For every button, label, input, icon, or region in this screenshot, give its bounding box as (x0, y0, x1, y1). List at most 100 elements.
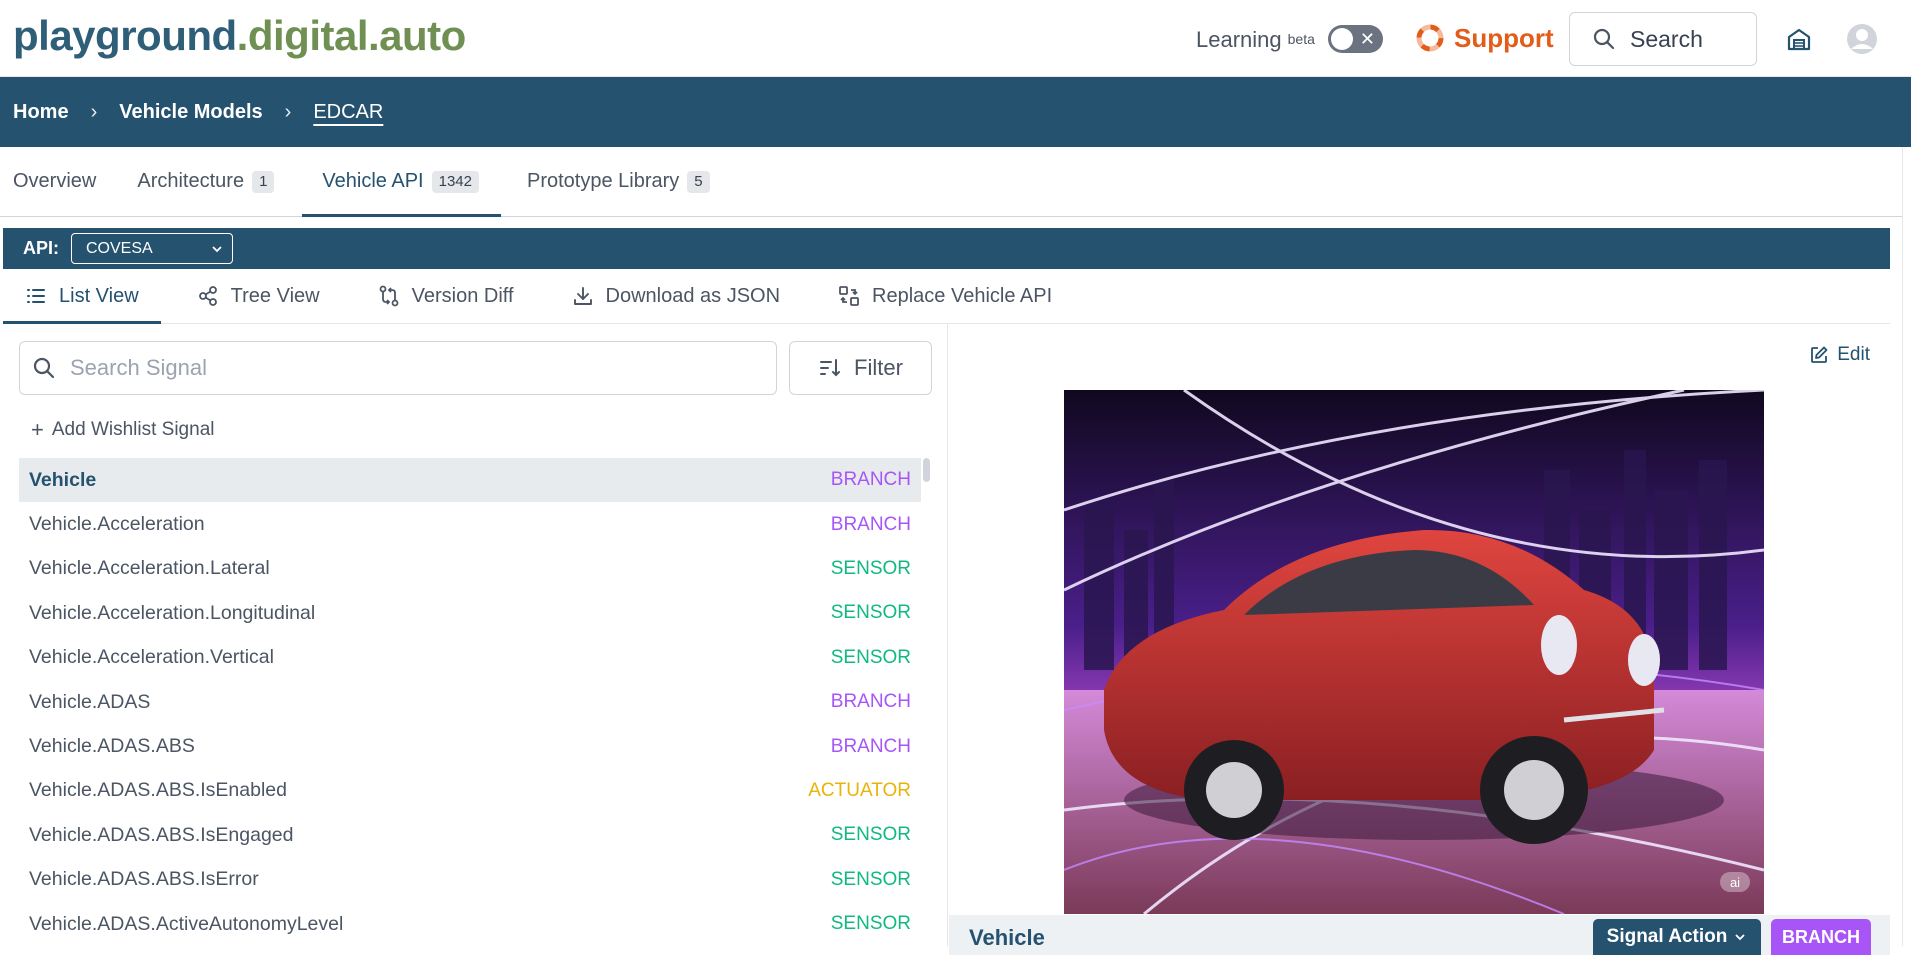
tab-tree-view[interactable]: Tree View (175, 269, 342, 323)
signal-row[interactable]: Vehicle.ADAS.ABS BRANCH (19, 724, 921, 768)
add-wishlist-signal-button[interactable]: + Add Wishlist Signal (31, 419, 214, 441)
tab-label: Vehicle API (322, 170, 424, 192)
signal-name: Vehicle.ADAS.ActiveAutonomyLevel (29, 912, 344, 935)
search-button[interactable]: Search (1569, 12, 1757, 66)
tab-download-json[interactable]: Download as JSON (550, 269, 803, 323)
signal-type: SENSOR (830, 646, 911, 668)
tab-overview[interactable]: Overview (0, 147, 118, 216)
chevron-right-icon: › (284, 100, 292, 123)
signal-type: BRANCH (830, 513, 911, 535)
signal-row[interactable]: Vehicle.Acceleration.Longitudinal SENSOR (19, 591, 921, 635)
api-select[interactable]: COVESA (71, 233, 233, 264)
signal-row[interactable]: Vehicle BRANCH (19, 458, 921, 503)
page-scrollbar[interactable] (1902, 147, 1911, 946)
signal-name: Vehicle.ADAS (29, 690, 151, 713)
api-bar: API: COVESA (3, 228, 1890, 269)
tab-list-view[interactable]: List View (3, 269, 161, 324)
list-scrollbar[interactable] (923, 458, 930, 482)
tab-label: Version Diff (411, 284, 514, 307)
vehicle-image: ai (1064, 390, 1764, 914)
signal-type: SENSOR (830, 868, 911, 890)
count-badge: 5 (687, 170, 710, 193)
tab-label: List View (59, 284, 139, 307)
wishlist-label: Add Wishlist Signal (51, 419, 215, 440)
support-link[interactable]: Support (1416, 22, 1554, 54)
signal-detail-panel: Edit ai Vehicle Signal Action BRANCH (949, 324, 1890, 955)
signal-action-label: Signal Action (1606, 926, 1728, 947)
signal-name: Vehicle.ADAS.ABS.IsError (29, 868, 259, 891)
breadcrumb-current[interactable]: EDCAR (313, 101, 383, 124)
replace-icon (839, 286, 859, 306)
signal-row[interactable]: Vehicle.ADAS.ActiveAutonomyLevel SENSOR (19, 902, 921, 946)
api-label: API: (23, 238, 59, 258)
ai-generated-badge: ai (1720, 872, 1750, 892)
logo[interactable]: playground.digital.auto (13, 12, 466, 60)
tab-prototype-library[interactable]: Prototype Library 5 (507, 147, 732, 216)
search-icon (33, 357, 55, 379)
search-signal-input[interactable]: Search Signal (19, 341, 777, 395)
user-icon (1847, 24, 1877, 54)
edit-button[interactable]: Edit (1809, 344, 1870, 366)
signal-name: Vehicle.Acceleration.Vertical (29, 646, 274, 669)
signal-type: BRANCH (830, 691, 911, 713)
signal-row[interactable]: Vehicle.Acceleration BRANCH (19, 502, 921, 546)
tab-label: Overview (13, 170, 97, 192)
filter-label: Filter (854, 355, 903, 380)
signal-row[interactable]: Vehicle.ADAS.ABS.IsEnabled ACTUATOR (19, 769, 921, 813)
chevron-right-icon: › (90, 100, 98, 123)
signal-row[interactable]: Vehicle.ADAS.ABS.IsError SENSOR (19, 858, 921, 902)
filter-button[interactable]: Filter (789, 341, 932, 395)
chevron-down-icon (212, 245, 222, 252)
search-placeholder: Search Signal (70, 355, 207, 380)
download-icon (573, 287, 592, 305)
signal-name: Vehicle.Acceleration.Longitudinal (29, 601, 316, 624)
signal-row[interactable]: Vehicle.ADAS BRANCH (19, 680, 921, 724)
logo-part2: .digital.auto (236, 12, 467, 59)
signal-type-badge: BRANCH (1771, 919, 1871, 955)
tree-icon (198, 286, 217, 306)
breadcrumb-home[interactable]: Home (13, 101, 69, 124)
count-badge: 1342 (431, 170, 479, 193)
learning-toggle[interactable]: ✕ (1328, 25, 1383, 53)
garage-button[interactable] (1782, 22, 1816, 56)
lifebuoy-icon (1416, 24, 1444, 52)
signal-type: ACTUATOR (808, 779, 911, 801)
tab-replace-vehicle-api[interactable]: Replace Vehicle API (816, 269, 1074, 323)
signal-row[interactable]: Vehicle.Acceleration.Vertical SENSOR (19, 636, 921, 680)
garage-icon (1787, 28, 1811, 51)
api-selected-value: COVESA (86, 239, 153, 257)
tab-vehicle-api[interactable]: Vehicle API 1342 (302, 147, 501, 217)
tab-label: Prototype Library (526, 170, 680, 192)
signal-row[interactable]: Vehicle.Acceleration.Lateral SENSOR (19, 547, 921, 591)
tab-label: Replace Vehicle API (872, 284, 1053, 307)
signal-name: Vehicle.ADAS.ABS.IsEnabled (29, 779, 287, 802)
signal-type: BRANCH (830, 735, 911, 757)
signal-detail-header: Vehicle Signal Action BRANCH (949, 915, 1890, 955)
tab-label: Download as JSON (605, 284, 781, 307)
support-label: Support (1454, 23, 1554, 53)
signal-type: SENSOR (830, 824, 911, 846)
view-tabs: List View Tree View Version Diff Downloa… (3, 269, 1890, 324)
beta-label: beta (1287, 31, 1315, 47)
search-label: Search (1630, 25, 1703, 52)
list-icon (27, 289, 45, 303)
logo-part1: playground (13, 12, 237, 59)
car-illustration (1064, 390, 1764, 914)
diff-icon (379, 285, 399, 307)
search-icon (1593, 28, 1615, 50)
signal-type: SENSOR (830, 602, 911, 624)
signal-name: Vehicle.ADAS.ABS.IsEngaged (29, 823, 294, 846)
signal-action-button[interactable]: Signal Action (1593, 919, 1761, 955)
tab-version-diff[interactable]: Version Diff (356, 269, 536, 323)
signal-list: Vehicle BRANCH Vehicle.Acceleration BRANCH V… (19, 458, 921, 946)
tab-label: Tree View (230, 284, 320, 307)
user-avatar[interactable] (1845, 22, 1879, 56)
tab-architecture[interactable]: Architecture 1 (124, 147, 296, 216)
breadcrumb-vehicle-models[interactable]: Vehicle Models (119, 101, 262, 124)
signal-name: Vehicle (969, 925, 1045, 950)
learning-text: Learning (1196, 27, 1282, 52)
signal-name: Vehicle (29, 468, 97, 491)
signal-row[interactable]: Vehicle.ADAS.ABS.IsEngaged SENSOR (19, 813, 921, 857)
edit-label: Edit (1837, 344, 1870, 365)
toggle-knob (1331, 28, 1353, 50)
